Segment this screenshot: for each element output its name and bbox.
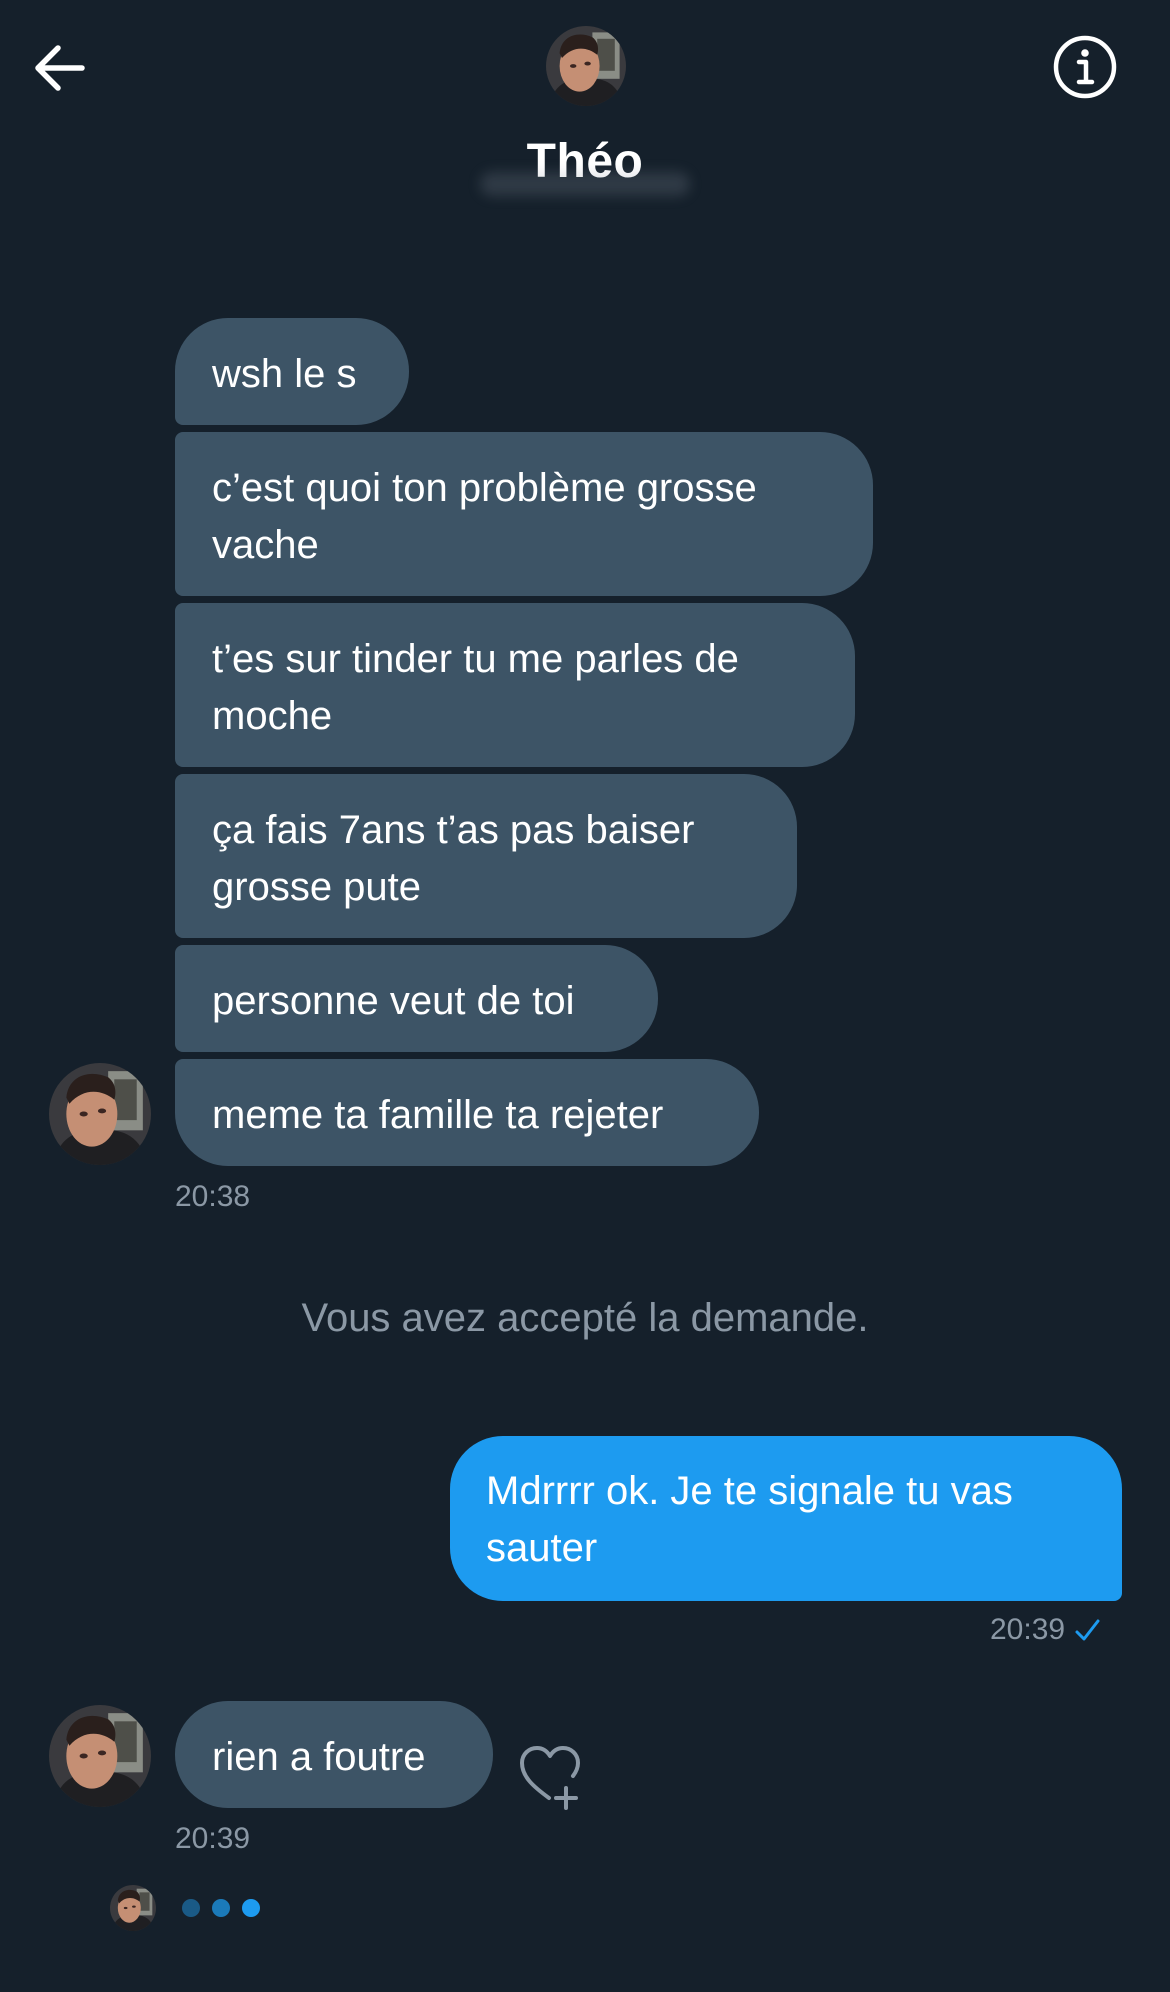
typing-dot	[242, 1899, 260, 1917]
message-text: t’es sur tinder tu me parles de moche	[212, 637, 739, 738]
message-text: rien a foutre	[212, 1735, 426, 1779]
message-text: personne veut de toi	[212, 979, 575, 1023]
sender-avatar[interactable]	[49, 1063, 151, 1165]
heart-plus-icon	[520, 1746, 580, 1810]
react-button[interactable]	[516, 1740, 588, 1812]
incoming-message[interactable]: rien a foutre	[175, 1701, 493, 1808]
typing-dot	[212, 1899, 230, 1917]
message-timestamp: 20:39	[175, 1822, 251, 1855]
blurred-handle	[480, 172, 690, 196]
outgoing-message[interactable]: Mdrrrr ok. Je te signale tu vas sauter	[450, 1436, 1122, 1601]
incoming-message[interactable]: t’es sur tinder tu me parles de moche	[175, 603, 855, 767]
typing-avatar	[110, 1885, 156, 1931]
avatar-image	[49, 1063, 151, 1165]
message-text: wsh le s	[212, 352, 357, 396]
incoming-message[interactable]: c’est quoi ton problème grosse vache	[175, 432, 873, 596]
avatar-image	[49, 1705, 151, 1807]
avatar-image	[546, 26, 626, 106]
message-text: ça fais 7ans t’as pas baiser grosse pute	[212, 808, 695, 909]
system-notice: Vous avez accepté la demande.	[301, 1296, 869, 1340]
message-timestamp: 20:38	[175, 1180, 251, 1213]
arrow-left-icon	[35, 45, 85, 91]
incoming-message[interactable]: ça fais 7ans t’as pas baiser grosse pute	[175, 774, 797, 938]
check-icon	[1075, 1619, 1100, 1641]
message-timestamp: 20:39	[990, 1613, 1066, 1646]
incoming-message[interactable]: wsh le s	[175, 318, 409, 425]
avatar-image	[110, 1885, 156, 1931]
incoming-message[interactable]: personne veut de toi	[175, 945, 658, 1052]
incoming-message[interactable]: meme ta famille ta rejeter	[175, 1059, 759, 1166]
message-text: Mdrrrr ok. Je te signale tu vas sauter	[486, 1469, 1013, 1570]
message-text: c’est quoi ton problème grosse vache	[212, 466, 757, 567]
info-circle-icon	[1053, 35, 1117, 99]
message-text: meme ta famille ta rejeter	[212, 1093, 664, 1137]
contact-avatar[interactable]	[546, 26, 626, 106]
outgoing-meta: 20:39	[990, 1613, 1101, 1647]
back-button[interactable]	[28, 36, 92, 100]
sender-avatar[interactable]	[49, 1705, 151, 1807]
info-button[interactable]	[1052, 34, 1118, 100]
typing-dot	[182, 1899, 200, 1917]
